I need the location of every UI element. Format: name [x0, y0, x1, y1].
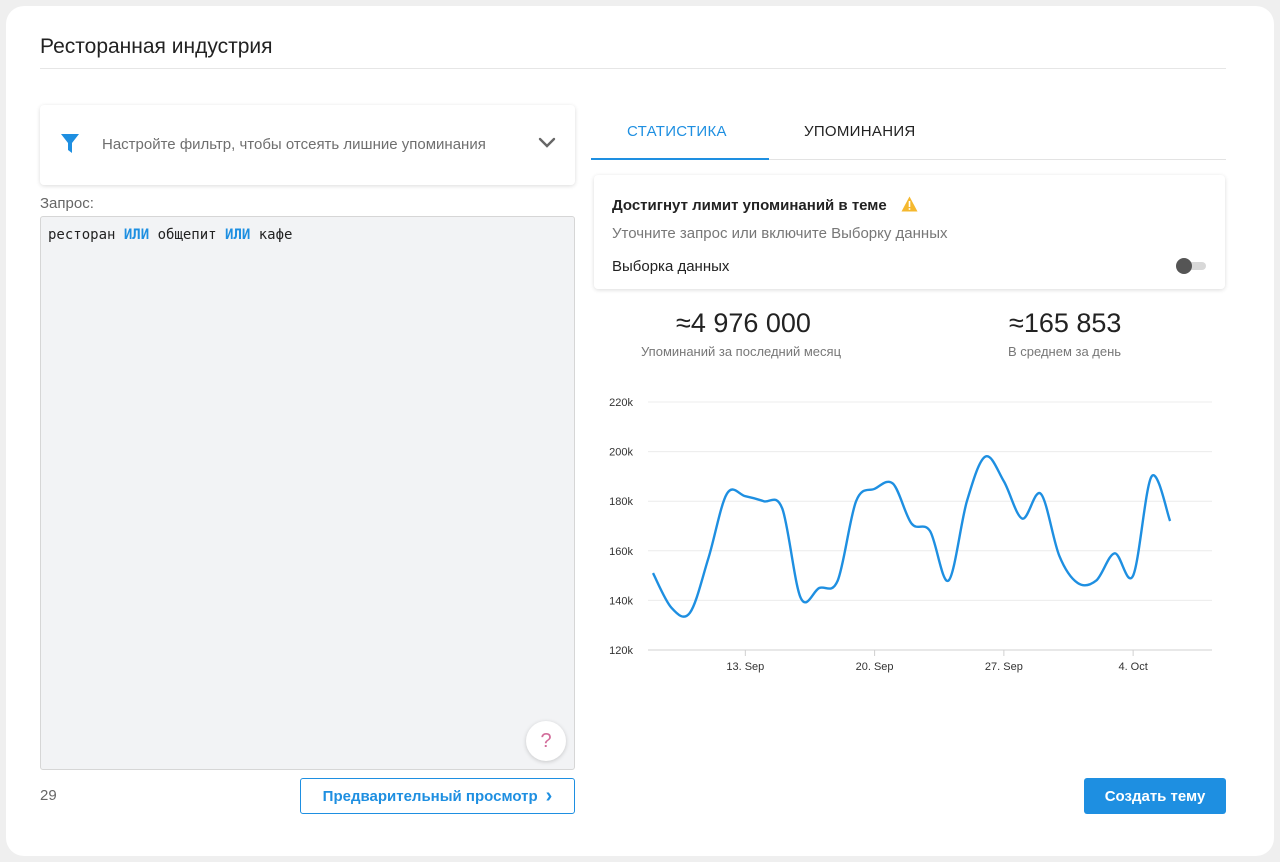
monthly-mentions-value: ≈4 976 000: [676, 308, 811, 338]
query-token: ресторан: [48, 227, 124, 243]
filter-hint: Настройте фильтр, чтобы отсеять лишние у…: [102, 136, 486, 153]
monthly-mentions-caption: Упоминаний за последний месяц: [641, 344, 842, 359]
warning-icon: [901, 196, 918, 212]
x-tick-label: 13. Sep: [726, 661, 764, 673]
limit-notice-title: Достигнут лимит упоминаний в теме: [612, 197, 887, 214]
y-tick-label: 220k: [609, 397, 633, 409]
filter-panel[interactable]: Настройте фильтр, чтобы отсеять лишние у…: [40, 105, 575, 185]
series-line: [651, 455, 1172, 618]
query-token: общепит: [149, 227, 226, 243]
title-divider: [40, 68, 1226, 69]
limit-notice-card: Достигнут лимит упоминаний в теме Уточни…: [594, 175, 1225, 289]
x-tick-label: 27. Sep: [985, 661, 1023, 673]
daily-average-caption: В среднем за день: [1008, 344, 1122, 359]
query-label: Запрос:: [40, 195, 94, 212]
query-operator: ИЛИ: [225, 227, 251, 243]
y-tick-label: 120k: [609, 645, 633, 657]
page-title: Ресторанная индустрия: [40, 35, 273, 58]
help-button[interactable]: ?: [526, 721, 566, 761]
create-topic-button[interactable]: Создать тему: [1084, 778, 1226, 814]
mentions-line-chart: 120k 140k 160k 180k 200k 220k 13. Sep 20. Sep 27…: [609, 397, 1212, 673]
y-tick-label: 200k: [609, 447, 633, 459]
sampling-toggle[interactable]: [1176, 257, 1206, 275]
tab-mentions[interactable]: УПОМИНАНИЯ: [804, 123, 916, 140]
query-token: кафе: [250, 227, 293, 243]
y-tick-label: 140k: [609, 595, 633, 607]
tab-statistics[interactable]: СТАТИСТИКА: [627, 123, 727, 140]
question-mark-icon: ?: [540, 729, 552, 752]
query-input[interactable]: ресторан ИЛИ общепит ИЛИ кафе: [40, 216, 575, 770]
funnel-icon: [61, 134, 79, 153]
chevron-right-icon: ›: [545, 785, 553, 807]
preview-button-label: Предварительный просмотр: [322, 787, 538, 805]
char-count: 29: [40, 787, 57, 804]
toggle-knob: [1176, 258, 1192, 274]
y-tick-label: 160k: [609, 546, 633, 558]
query-operator: ИЛИ: [123, 227, 150, 243]
x-tick-label: 20. Sep: [856, 661, 894, 673]
chevron-down-icon[interactable]: [538, 136, 556, 150]
preview-button[interactable]: Предварительный просмотр ›: [300, 778, 575, 814]
y-tick-label: 180k: [609, 496, 633, 508]
limit-notice-subtitle: Уточните запрос или включите Выборку дан…: [612, 225, 948, 242]
active-tab-indicator: [591, 158, 769, 160]
daily-average-value: ≈165 853: [1009, 308, 1122, 338]
x-tick-label: 4. Oct: [1118, 661, 1147, 673]
sampling-label: Выборка данных: [612, 258, 730, 275]
